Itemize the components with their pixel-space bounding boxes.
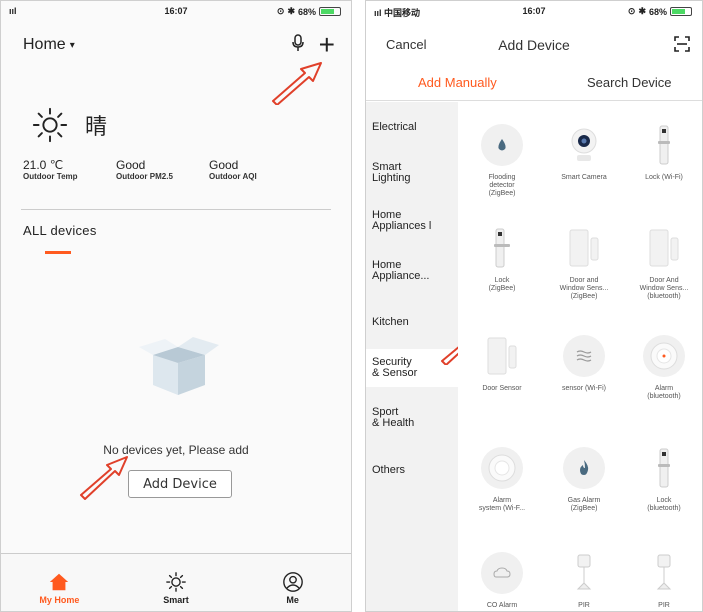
scan-icon[interactable] xyxy=(674,36,690,52)
microphone-icon[interactable] xyxy=(291,33,305,57)
battery-icon xyxy=(670,7,692,16)
category-item[interactable]: Home Appliance... xyxy=(372,260,456,282)
alarm-icon xyxy=(481,447,523,489)
home-screen: ııl 16:07 ⊙ ✱ 68% Home ▾ + 晴 21.0 ℃ Outd… xyxy=(0,0,352,612)
add-icon[interactable]: + xyxy=(319,31,335,59)
section-underline xyxy=(45,251,71,254)
home-selector[interactable]: Home ▾ xyxy=(23,36,75,54)
device-tile[interactable]: Door And Window Sens... (bluetooth) xyxy=(623,227,702,301)
device-tile[interactable]: Door Sensor xyxy=(461,335,543,393)
sun-icon xyxy=(32,107,68,143)
stat-pm25: Good Outdoor PM2.5 xyxy=(116,158,173,181)
device-tile[interactable]: Lock (Wi-Fi) xyxy=(623,124,702,182)
status-bar: ııl 16:07 ⊙ ✱ 68% xyxy=(1,1,351,23)
category-item[interactable]: Home Appliances l xyxy=(372,210,456,232)
door-sensor-icon xyxy=(481,335,523,377)
device-tile[interactable]: Door and Window Sens... (ZigBee) xyxy=(543,227,625,301)
empty-message: No devices yet, Please add xyxy=(103,443,249,457)
bluetooth-icon: ✱ xyxy=(638,6,646,16)
device-tile[interactable]: PIR xyxy=(623,552,702,610)
category-item[interactable]: Sport & Health xyxy=(372,407,456,429)
device-tile[interactable]: Alarm (bluetooth) xyxy=(623,335,702,401)
outdoor-stats: 21.0 ℃ Outdoor Temp Good Outdoor PM2.5 G… xyxy=(23,158,302,181)
door-sensor-icon xyxy=(643,227,685,269)
device-tile[interactable]: Lock (bluetooth) xyxy=(623,447,702,513)
page-title: Add Device xyxy=(498,37,570,53)
battery-icon xyxy=(319,7,341,16)
location-icon: ⊙ xyxy=(276,6,285,16)
device-tile[interactable]: Smart Camera xyxy=(543,124,625,182)
co-alarm-icon xyxy=(481,552,523,594)
nav-header: Cancel Add Device xyxy=(366,27,702,55)
category-item[interactable]: Smart Lighting xyxy=(372,162,456,184)
stat-aqi: Good Outdoor AQI xyxy=(209,158,257,181)
pir-icon xyxy=(643,552,685,594)
device-tile[interactable]: PIR xyxy=(543,552,625,610)
pir-icon xyxy=(563,552,605,594)
divider xyxy=(21,209,331,210)
tab-my-home[interactable]: My Home xyxy=(1,554,118,611)
add-device-screen: ııl 中国移动 16:07 ⊙ ✱ 68% Cancel Add Device… xyxy=(365,0,703,612)
location-icon: ⊙ xyxy=(627,6,636,16)
water-drop-icon xyxy=(481,124,523,166)
wave-sensor-icon xyxy=(563,335,605,377)
annotation-arrow-icon xyxy=(80,456,128,500)
sun-icon xyxy=(166,572,186,592)
annotation-arrow-icon xyxy=(272,62,322,105)
empty-box-icon xyxy=(139,337,219,395)
device-tile[interactable]: Flooding detector (ZigBee) xyxy=(461,124,543,198)
add-mode-tabs: Add Manually Search Device xyxy=(366,61,702,101)
weather-condition: 晴 xyxy=(85,114,108,139)
tab-search-device[interactable]: Search Device xyxy=(587,75,672,90)
alarm-icon xyxy=(643,335,685,377)
lock-icon xyxy=(643,124,685,166)
bluetooth-icon: ✱ xyxy=(287,6,295,16)
category-item[interactable]: Others xyxy=(372,465,456,476)
tab-me[interactable]: Me xyxy=(234,554,351,611)
tab-smart[interactable]: Smart xyxy=(118,554,235,611)
tab-add-manually[interactable]: Add Manually xyxy=(418,75,497,90)
camera-icon xyxy=(563,124,605,166)
category-item[interactable]: Electrical xyxy=(372,122,456,133)
lock-icon xyxy=(481,227,523,269)
section-all-devices[interactable]: ALL devices xyxy=(23,223,97,238)
home-title: Home xyxy=(23,36,66,53)
flame-icon xyxy=(563,447,605,489)
stat-temp: 21.0 ℃ Outdoor Temp xyxy=(23,158,78,181)
lock-icon xyxy=(643,447,685,489)
battery-percent: 68% xyxy=(648,6,667,17)
house-icon xyxy=(50,573,69,591)
device-grid: Flooding detector (ZigBee) Smart Camera … xyxy=(458,102,702,611)
add-device-button[interactable]: Add Device xyxy=(128,470,232,498)
device-tile[interactable]: Alarm system (Wi-F... xyxy=(461,447,543,513)
device-tile[interactable]: CO Alarm xyxy=(461,552,543,610)
device-tile[interactable]: Gas Alarm (ZigBee) xyxy=(543,447,625,513)
weather-widget: 晴 xyxy=(31,106,107,144)
battery-percent: 68% xyxy=(297,6,316,17)
status-bar: ııl 中国移动 16:07 ⊙ ✱ 68% xyxy=(366,1,702,23)
device-tile[interactable]: Lock (ZigBee) xyxy=(461,227,543,293)
user-icon xyxy=(282,572,303,592)
door-sensor-icon xyxy=(563,227,605,269)
bottom-tab-bar: My Home Smart Me xyxy=(1,553,351,611)
chevron-down-icon: ▾ xyxy=(69,39,75,51)
device-tile[interactable]: sensor (Wi-Fi) xyxy=(543,335,625,393)
